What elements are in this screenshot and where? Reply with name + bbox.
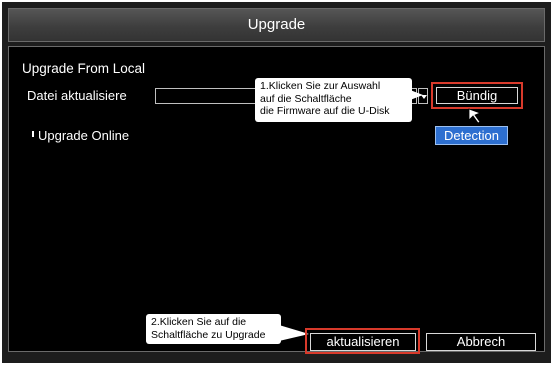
step1-callout-pointer — [405, 88, 423, 102]
file-label: Datei aktualisiere — [27, 88, 127, 103]
section-title-local: Upgrade From Local — [22, 61, 146, 76]
cancel-button[interactable]: Abbrech — [426, 333, 536, 351]
step1-line-2: auf die Schaltfläche — [260, 92, 352, 105]
detection-button[interactable]: Detection — [435, 126, 508, 145]
step1-line-1: 1.Klicken Sie zur Auswahl — [260, 80, 381, 92]
step2-line-1: 2.Klicken Sie auf die — [151, 316, 247, 328]
step1-line-3: die Firmware auf die U-Disk — [260, 105, 390, 117]
mouse-pointer-icon — [468, 108, 482, 124]
online-upgrade-label: Upgrade Online — [38, 128, 130, 143]
step2-line-2: Schaltfläche zu Upgrade — [151, 328, 266, 341]
step2-callout: 2.Klicken Sie auf die Schaltfläche zu Up… — [146, 314, 281, 344]
window-title: Upgrade — [8, 8, 545, 42]
bullet-icon — [32, 131, 34, 137]
upgrade-button[interactable]: aktualisieren — [310, 333, 416, 351]
browse-button[interactable]: Bündig — [436, 87, 518, 104]
step1-callout: 1.Klicken Sie zur Auswahl auf die Schalt… — [255, 78, 412, 122]
